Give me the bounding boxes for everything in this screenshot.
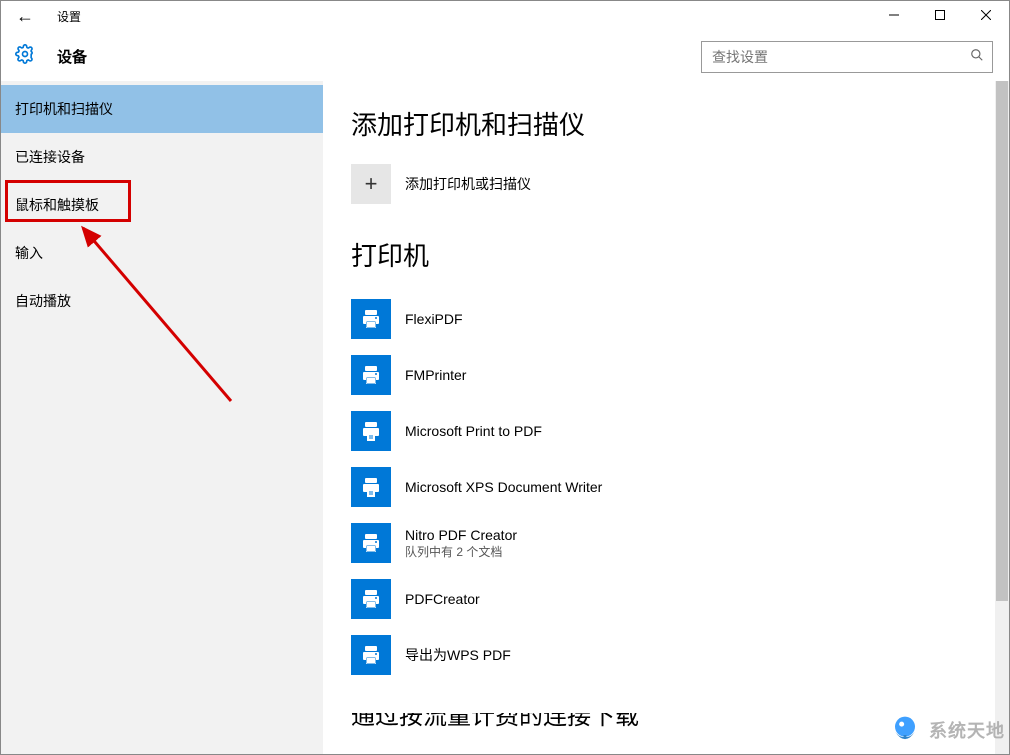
section-printers-title: 打印机 <box>351 236 981 273</box>
printer-name: FlexiPDF <box>405 311 463 327</box>
printer-doc-icon <box>351 467 391 507</box>
printer-name: PDFCreator <box>405 591 480 607</box>
minimize-button[interactable] <box>871 1 917 33</box>
sidebar-item-label: 已连接设备 <box>15 147 85 167</box>
header: 设备 <box>1 33 1009 81</box>
printer-icon <box>351 579 391 619</box>
sidebar-item-mouse-touchpad[interactable]: 鼠标和触摸板 <box>1 181 323 229</box>
search-input[interactable] <box>710 48 970 66</box>
printer-icon <box>351 299 391 339</box>
titlebar: ← 设置 <box>1 1 1009 33</box>
close-button[interactable] <box>963 1 1009 33</box>
watermark-icon <box>885 710 925 750</box>
sidebar-item-label: 输入 <box>15 243 43 263</box>
sidebar-item-autoplay[interactable]: 自动播放 <box>1 277 323 325</box>
add-printer-button[interactable]: + 添加打印机或扫描仪 <box>351 164 981 204</box>
sidebar-item-label: 自动播放 <box>15 291 71 311</box>
sidebar-item-connected-devices[interactable]: 已连接设备 <box>1 133 323 181</box>
search-box[interactable] <box>701 41 993 73</box>
printer-item[interactable]: Microsoft XPS Document Writer <box>351 459 981 515</box>
printer-name: Microsoft XPS Document Writer <box>405 479 602 495</box>
sidebar-item-label: 鼠标和触摸板 <box>15 195 99 215</box>
watermark: 系统天地 <box>885 710 1005 750</box>
printer-item[interactable]: Microsoft Print to PDF <box>351 403 981 459</box>
printer-item[interactable]: FlexiPDF <box>351 291 981 347</box>
sidebar-item-printers[interactable]: 打印机和扫描仪 <box>1 85 323 133</box>
sidebar-item-label: 打印机和扫描仪 <box>15 99 113 119</box>
printer-item[interactable]: FMPrinter <box>351 347 981 403</box>
maximize-button[interactable] <box>917 1 963 33</box>
printer-status: 队列中有 2 个文档 <box>405 543 517 560</box>
printer-item[interactable]: Nitro PDF Creator队列中有 2 个文档 <box>351 515 981 571</box>
printer-icon <box>351 355 391 395</box>
printer-icon <box>351 635 391 675</box>
main-panel: 添加打印机和扫描仪 + 添加打印机或扫描仪 打印机 FlexiPDF FMPrin… <box>323 81 1009 754</box>
scrollbar[interactable] <box>995 81 1009 754</box>
printer-doc-icon <box>351 411 391 451</box>
window-title: 设置 <box>57 8 81 25</box>
watermark-text: 系统天地 <box>929 717 1005 743</box>
plus-icon: + <box>351 164 391 204</box>
printer-name: 导出为WPS PDF <box>405 645 511 665</box>
sidebar-item-typing[interactable]: 输入 <box>1 229 323 277</box>
printer-list: FlexiPDF FMPrinter Microsoft Print to PDF M… <box>351 291 981 683</box>
gear-icon <box>1 44 49 69</box>
page-title: 设备 <box>57 46 87 67</box>
printer-icon <box>351 523 391 563</box>
back-button[interactable]: ← <box>1 6 49 27</box>
sidebar: 打印机和扫描仪 已连接设备 鼠标和触摸板 输入 自动播放 <box>1 81 323 754</box>
search-icon <box>970 48 984 65</box>
printer-name: Microsoft Print to PDF <box>405 423 542 439</box>
add-printer-label: 添加打印机或扫描仪 <box>405 174 531 194</box>
section-add-title: 添加打印机和扫描仪 <box>351 105 981 142</box>
printer-item[interactable]: 导出为WPS PDF <box>351 627 981 683</box>
printer-name: FMPrinter <box>405 367 466 383</box>
printer-item[interactable]: PDFCreator <box>351 571 981 627</box>
scrollbar-thumb[interactable] <box>996 81 1008 601</box>
printer-name: Nitro PDF Creator <box>405 527 517 543</box>
